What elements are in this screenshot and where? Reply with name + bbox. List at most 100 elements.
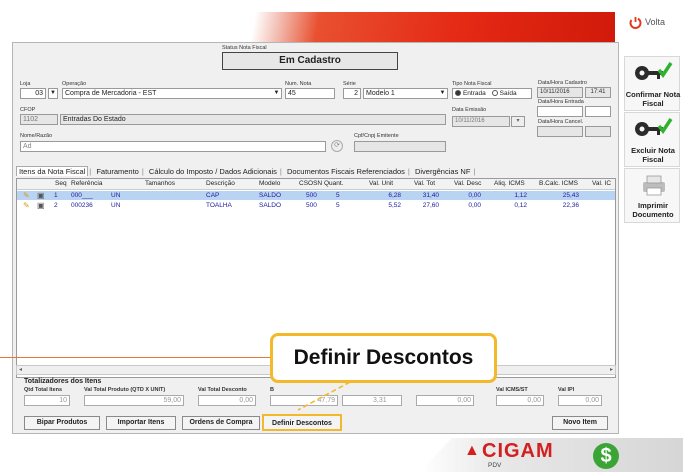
table-row[interactable]: ✎ ▣ 1 000___ UN CAP SALDO 500 5 6,28 31,… xyxy=(17,191,615,200)
col-val-unit[interactable]: Val. Unit xyxy=(369,180,393,187)
col-val-icms[interactable]: Val. IC xyxy=(592,180,611,187)
excluir-nota-label: Excluir Nota Fiscal xyxy=(631,146,675,164)
table-row[interactable]: ✎ ▣ 2 000236 UN TOALHA SALDO 500 5 5,52 … xyxy=(17,201,615,210)
volta-button[interactable]: Volta xyxy=(625,13,683,33)
col-aliq-icms[interactable]: Aliq. ICMS xyxy=(494,180,525,187)
col-val-desc[interactable]: Val. Desc xyxy=(454,180,481,187)
nome-field[interactable]: Ad xyxy=(20,141,326,152)
pointer-line xyxy=(0,357,270,358)
cadastro-label: Data/Hora Cadastro xyxy=(538,80,587,86)
radio-saida-label: Saída xyxy=(499,90,517,97)
tab-divergencias[interactable]: Divergências NF xyxy=(413,167,472,176)
cadastro-date-field: 10/11/2016 xyxy=(537,87,583,98)
tipo-nota-label: Tipo Nota Fiscal xyxy=(452,81,492,87)
col-referencia[interactable]: Referência xyxy=(71,180,102,187)
cfop-field[interactable]: 1102 xyxy=(20,114,58,125)
mid-total-field: 0,00 xyxy=(416,395,474,406)
confirmar-nota-label: Confirmar Nota Fiscal xyxy=(625,90,681,108)
tab-itens[interactable]: Itens da Nota Fiscal xyxy=(16,166,89,176)
tab-bar: Itens da Nota Fiscal | Faturamento | Cálcu… xyxy=(16,166,616,178)
icms-st-field: 0,00 xyxy=(496,395,544,406)
scroll-left-icon[interactable]: ◂ xyxy=(19,366,22,373)
cancel-label: Data/Hora Cancel. xyxy=(538,119,584,125)
cadastro-time-field: 17:41 xyxy=(585,87,611,98)
entrada-label: Data/Hora Entrada xyxy=(538,99,584,105)
edit-icon[interactable]: ✎ xyxy=(23,201,30,210)
excluir-nota-button[interactable]: Excluir Nota Fiscal xyxy=(624,112,680,167)
col-quant[interactable]: Quant. xyxy=(324,180,344,187)
confirmar-nota-button[interactable]: Confirmar Nota Fiscal xyxy=(624,56,680,111)
totals-title: Totalizadores dos Itens xyxy=(24,378,102,385)
volta-label: Volta xyxy=(645,17,666,27)
num-nota-label: Num. Nota xyxy=(285,81,312,87)
col-bcalc-icms[interactable]: B.Calc. ICMS xyxy=(539,180,578,187)
desc-total-label: Val Total Desconto xyxy=(198,387,247,393)
key-check-icon xyxy=(635,118,673,136)
operacao-dropdown-icon[interactable]: ▼ xyxy=(272,89,281,98)
col-descricao[interactable]: Descrição xyxy=(206,180,235,187)
serie-dropdown-icon[interactable]: ▼ xyxy=(438,89,447,98)
grid-header: Seq Referência Tamanhos Descrição Modelo… xyxy=(17,179,615,190)
loja-label: Loja xyxy=(20,81,31,87)
radio-entrada-label: Entrada xyxy=(462,90,486,97)
calendar-icon[interactable]: ▾ xyxy=(511,116,525,127)
tipo-nota-group: Entrada Saída xyxy=(452,88,532,99)
bipar-produtos-button[interactable]: Bipar Produtos xyxy=(24,416,100,430)
col-csosn[interactable]: CSOSN xyxy=(299,180,322,187)
col-modelo[interactable]: Modelo xyxy=(259,180,280,187)
dollar-icon: $ xyxy=(593,443,619,469)
printer-icon xyxy=(643,175,665,196)
icms-st-label: Val ICMS/ST xyxy=(496,387,528,393)
header-banner xyxy=(215,12,615,42)
lookup-icon[interactable]: ⟳ xyxy=(331,140,343,152)
serie-field[interactable]: Modelo 1 xyxy=(363,88,448,99)
operacao-field[interactable]: Compra de Mercadoria - EST xyxy=(62,88,282,99)
tab-calculo-imposto[interactable]: Cálculo do Imposto / Dados Adicionais xyxy=(147,167,279,176)
cpf-label: Cpf/Cnpj Emitente xyxy=(354,133,399,139)
qtd-total-label: Qtd Total Itens xyxy=(24,387,63,393)
definir-descontos-callout: Definir Descontos xyxy=(270,333,497,383)
radio-saida[interactable] xyxy=(491,90,498,97)
edit-icon[interactable]: ✎ xyxy=(23,191,30,200)
serie-num-field[interactable]: 2 xyxy=(343,88,361,99)
status-label: Status Nota Fiscal xyxy=(222,45,267,51)
definir-descontos-button[interactable]: Definir Descontos xyxy=(262,414,342,431)
col-val-tot[interactable]: Val. Tot xyxy=(414,180,435,187)
ordens-compra-button[interactable]: Ordens de Compra xyxy=(182,416,260,430)
cigam-mark-icon: ▲ xyxy=(464,442,480,459)
loja-dropdown-icon[interactable]: ▼ xyxy=(48,88,58,99)
cfop-desc-field: Entradas Do Estado xyxy=(60,114,446,125)
novo-item-button[interactable]: Novo Item xyxy=(552,416,608,430)
cancel-date-field xyxy=(537,126,583,137)
data-emissao-field[interactable]: 10/11/2016 xyxy=(452,116,510,127)
tab-documentos-referenciados[interactable]: Documentos Fiscais Referenciados xyxy=(285,167,407,176)
num-nota-field[interactable]: 45 xyxy=(285,88,335,99)
entrada-time-field[interactable] xyxy=(585,106,611,117)
delete-icon[interactable]: ▣ xyxy=(37,201,45,210)
radio-entrada[interactable] xyxy=(455,90,461,97)
base-label: B xyxy=(270,387,274,393)
ipi-label: Val IPI xyxy=(558,387,575,393)
serie-label: Série xyxy=(343,81,356,87)
col-tamanhos[interactable]: Tamanhos xyxy=(145,180,175,187)
loja-field[interactable]: 03 xyxy=(20,88,46,99)
key-check-icon xyxy=(635,62,673,80)
importar-itens-button[interactable]: Importar Itens xyxy=(106,416,176,430)
imprimir-documento-button[interactable]: Imprimir Documento xyxy=(624,168,680,223)
status-value: Em Cadastro xyxy=(222,52,398,70)
nome-label: Nome/Razão xyxy=(20,133,53,139)
brand-name: CIGAM xyxy=(482,440,554,462)
cpf-field[interactable] xyxy=(354,141,446,152)
qtd-total-field: 10 xyxy=(24,395,70,406)
entrada-date-field[interactable] xyxy=(537,106,583,117)
prod-total-field: 59,00 xyxy=(84,395,184,406)
cigam-logo: ▲ CIGAM PDV xyxy=(464,440,584,470)
prod-total-label: Val Total Produto (QTD X UNIT) xyxy=(84,387,166,393)
delete-icon[interactable]: ▣ xyxy=(37,191,45,200)
tab-faturamento[interactable]: Faturamento xyxy=(94,167,141,176)
col-seq[interactable]: Seq xyxy=(55,180,67,187)
imprimir-documento-label: Imprimir Documento xyxy=(632,201,674,219)
scroll-right-icon[interactable]: ▸ xyxy=(610,366,613,373)
ipi-field: 0,00 xyxy=(558,395,602,406)
data-emissao-label: Data Emissão xyxy=(452,107,487,113)
